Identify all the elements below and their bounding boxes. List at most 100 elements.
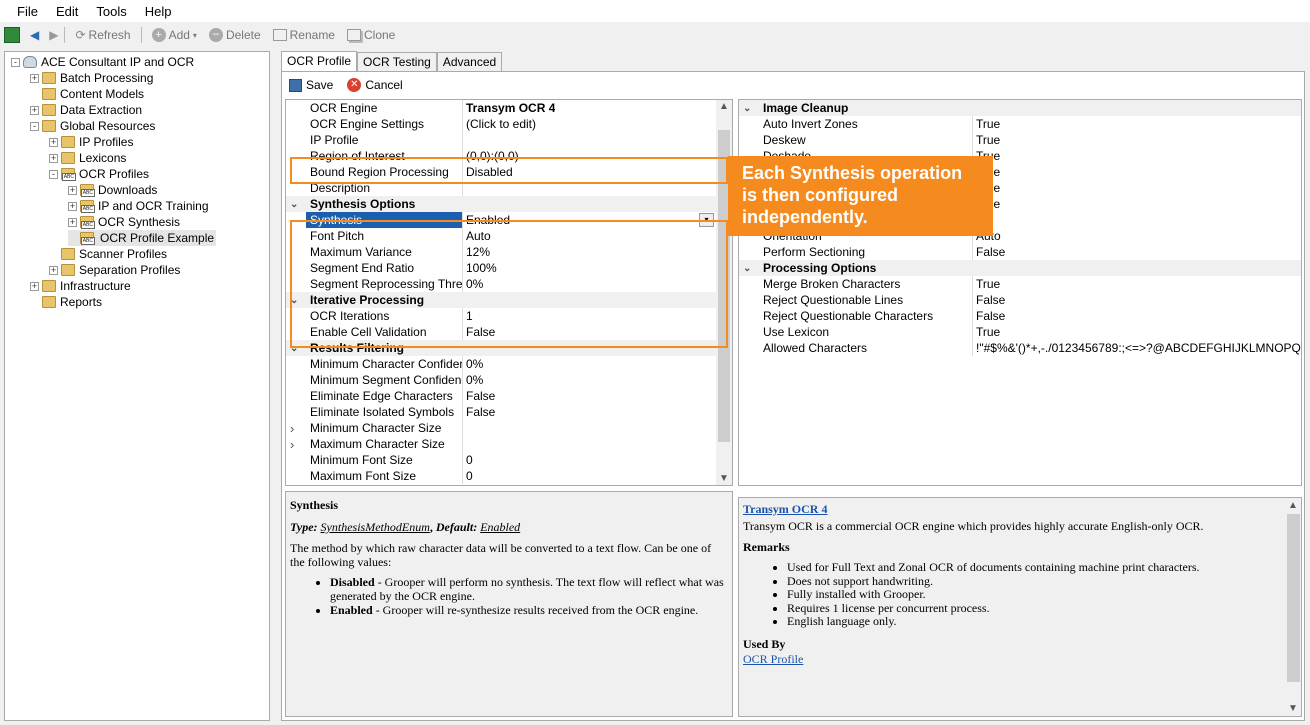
tab-advanced[interactable]: Advanced bbox=[436, 52, 503, 72]
expand-icon[interactable]: + bbox=[30, 73, 39, 83]
property-row[interactable]: Perform Sectioning False bbox=[739, 244, 1301, 260]
expand-icon[interactable]: › bbox=[290, 421, 294, 436]
property-category[interactable]: ⌄ Image Cleanup bbox=[739, 100, 1301, 116]
property-row[interactable]: Reject Questionable Characters False bbox=[739, 308, 1301, 324]
default-link[interactable]: Enabled bbox=[480, 520, 520, 534]
property-row[interactable]: Merge Broken Characters True bbox=[739, 276, 1301, 292]
explorer-icon[interactable] bbox=[4, 27, 20, 43]
rename-button[interactable]: Rename bbox=[269, 28, 339, 42]
property-value[interactable]: False bbox=[976, 309, 1005, 323]
tree-node[interactable]: + OCR Synthesis bbox=[68, 214, 180, 230]
expand-icon[interactable]: + bbox=[49, 265, 58, 275]
collapse-icon[interactable]: - bbox=[30, 121, 39, 131]
collapse-icon[interactable]: - bbox=[49, 169, 58, 179]
tree-node[interactable]: + Data Extraction bbox=[30, 102, 142, 118]
property-row[interactable]: Minimum Segment Confidence 0% bbox=[286, 372, 716, 388]
scroll-up-icon[interactable]: ▲ bbox=[719, 101, 729, 112]
tree-node[interactable]: + Infrastructure bbox=[30, 278, 131, 294]
scroll-up-icon[interactable]: ▲ bbox=[1288, 500, 1298, 511]
delete-button[interactable]: – Delete bbox=[205, 28, 265, 42]
property-category[interactable]: ⌄ Processing Options bbox=[739, 260, 1301, 276]
type-link[interactable]: SynthesisMethodEnum bbox=[321, 520, 430, 534]
collapse-icon[interactable]: ⌄ bbox=[290, 199, 298, 210]
property-row[interactable]: Auto Invert Zones True bbox=[739, 116, 1301, 132]
tree-node[interactable]: + IP Profiles bbox=[49, 134, 133, 150]
tree-node[interactable]: - ACE Consultant IP and OCR bbox=[11, 54, 194, 70]
tree-node[interactable]: Scanner Profiles bbox=[49, 246, 167, 262]
property-value[interactable]: 0 bbox=[466, 469, 473, 483]
collapse-icon[interactable]: ⌄ bbox=[743, 263, 751, 274]
property-row[interactable]: Minimum Font Size 0 bbox=[286, 452, 716, 468]
add-button[interactable]: + Add ▾ bbox=[148, 28, 201, 42]
refresh-button[interactable]: ⟳ Refresh bbox=[71, 28, 134, 42]
expand-icon[interactable]: + bbox=[49, 153, 58, 163]
forward-icon[interactable]: ▶ bbox=[49, 28, 58, 42]
tab-ocr-testing[interactable]: OCR Testing bbox=[357, 52, 437, 72]
expand-icon[interactable]: › bbox=[290, 437, 294, 452]
property-row[interactable]: IP Profile bbox=[286, 132, 716, 148]
engine-link[interactable]: Transym OCR 4 bbox=[743, 502, 827, 516]
save-button[interactable]: Save bbox=[285, 78, 337, 92]
property-value[interactable]: False bbox=[976, 245, 1005, 259]
expand-icon[interactable]: + bbox=[68, 185, 77, 195]
property-value[interactable]: False bbox=[976, 293, 1005, 307]
expand-icon[interactable]: + bbox=[30, 105, 39, 115]
property-value[interactable]: True bbox=[976, 117, 1000, 131]
toolbar: ◀ ▶ ⟳ Refresh + Add ▾ – Delete Rename Clone bbox=[0, 23, 1310, 47]
property-row[interactable]: Use Lexicon True bbox=[739, 324, 1301, 340]
collapse-icon[interactable]: ⌄ bbox=[743, 103, 751, 114]
property-row[interactable]: Minimum Character Confidence 0% bbox=[286, 356, 716, 372]
tree-node[interactable]: + Lexicons bbox=[49, 150, 126, 166]
property-value[interactable]: 0 bbox=[466, 453, 473, 467]
property-row[interactable]: OCR Engine Transym OCR 4 bbox=[286, 100, 716, 116]
property-value[interactable]: True bbox=[976, 325, 1000, 339]
cancel-button[interactable]: ✕ Cancel bbox=[343, 78, 406, 92]
tree-node[interactable]: + IP and OCR Training bbox=[68, 198, 209, 214]
tree-node[interactable]: - Global Resources bbox=[30, 118, 155, 134]
used-by-link[interactable]: OCR Profile bbox=[743, 652, 803, 666]
help-scrollbar[interactable]: ▲ ▼ bbox=[1285, 498, 1301, 716]
property-value[interactable]: !"#$%&'()*+,-./0123456789:;<=>?@ABCDEFGH… bbox=[976, 341, 1301, 355]
property-row[interactable]: Allowed Characters !"#$%&'()*+,-./0123456… bbox=[739, 340, 1301, 356]
property-row[interactable]: Eliminate Edge Characters False bbox=[286, 388, 716, 404]
scroll-down-icon[interactable]: ▼ bbox=[1288, 703, 1298, 714]
expand-icon[interactable]: + bbox=[68, 217, 77, 227]
menu-edit[interactable]: Edit bbox=[56, 4, 78, 19]
property-row[interactable]: Maximum Font Size 0 bbox=[286, 468, 716, 484]
property-value[interactable]: False bbox=[466, 389, 495, 403]
tree-node-label: Global Resources bbox=[60, 119, 156, 133]
menu-tools[interactable]: Tools bbox=[96, 4, 126, 19]
tree-node[interactable]: + Separation Profiles bbox=[49, 262, 180, 278]
clone-button[interactable]: Clone bbox=[343, 28, 399, 42]
property-row[interactable]: Deskew True bbox=[739, 132, 1301, 148]
property-row[interactable]: › Minimum Character Size bbox=[286, 420, 716, 436]
tab-ocr-profile[interactable]: OCR Profile bbox=[281, 51, 358, 72]
back-icon[interactable]: ◀ bbox=[30, 28, 39, 42]
expand-icon[interactable]: + bbox=[30, 281, 39, 291]
tree-node[interactable]: + Batch Processing bbox=[30, 70, 153, 86]
expand-icon[interactable]: + bbox=[49, 137, 58, 147]
expand-icon[interactable]: + bbox=[68, 201, 77, 211]
tree-node[interactable]: Reports bbox=[30, 294, 102, 310]
tree-node[interactable]: Content Models bbox=[30, 86, 144, 102]
property-value[interactable]: 0% bbox=[466, 373, 483, 387]
property-value[interactable]: Transym OCR 4 bbox=[466, 101, 555, 115]
property-value[interactable]: 0% bbox=[466, 357, 483, 371]
property-row[interactable]: Eliminate Isolated Symbols False bbox=[286, 404, 716, 420]
property-row[interactable]: OCR Engine Settings (Click to edit) bbox=[286, 116, 716, 132]
property-category[interactable]: ⌄ Synthesis Options bbox=[286, 196, 716, 212]
property-value[interactable]: False bbox=[466, 405, 495, 419]
property-value[interactable]: True bbox=[976, 277, 1000, 291]
property-name: Eliminate Edge Characters bbox=[310, 389, 453, 403]
property-value[interactable]: (Click to edit) bbox=[466, 117, 536, 131]
tree-node[interactable]: + Downloads bbox=[68, 182, 157, 198]
menu-file[interactable]: File bbox=[17, 4, 38, 19]
tree-node[interactable]: - OCR Profiles bbox=[49, 166, 149, 182]
collapse-icon[interactable]: - bbox=[11, 57, 20, 67]
property-row[interactable]: Reject Questionable Lines False bbox=[739, 292, 1301, 308]
scroll-down-icon[interactable]: ▼ bbox=[719, 473, 729, 484]
property-row[interactable]: › Maximum Character Size bbox=[286, 436, 716, 452]
property-value[interactable]: True bbox=[976, 133, 1000, 147]
tree-node[interactable]: OCR Profile Example bbox=[68, 230, 217, 246]
menu-help[interactable]: Help bbox=[145, 4, 172, 19]
